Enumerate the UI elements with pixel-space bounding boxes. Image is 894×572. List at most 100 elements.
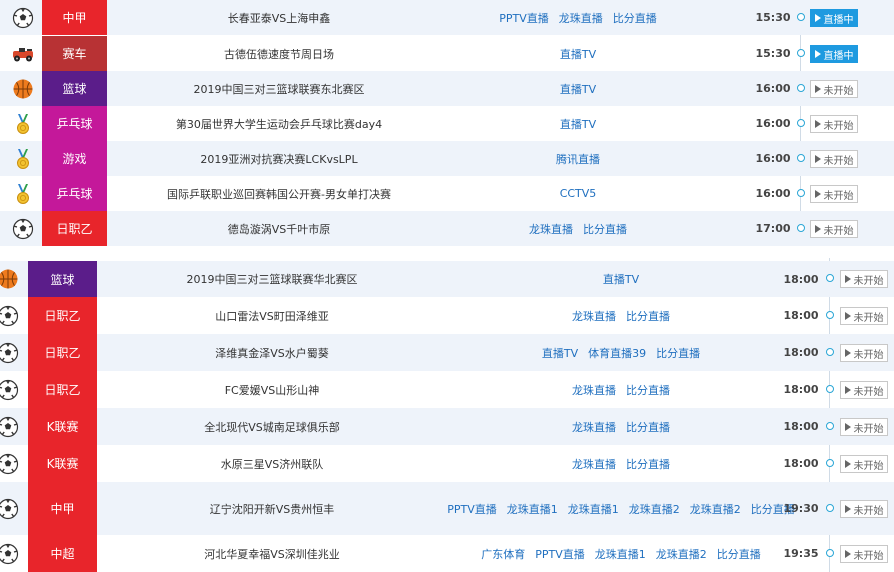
stream-link[interactable]: 龙珠直播 xyxy=(572,456,616,472)
match-row: 日职乙 山口雷法VS町田泽维亚 龙珠直播 比分直播 18:00 未开始 xyxy=(0,297,894,334)
stream-link[interactable]: 龙珠直播1 xyxy=(507,501,558,517)
not-started-button[interactable]: 未开始 xyxy=(840,307,888,325)
live-button[interactable]: 直播中 xyxy=(810,9,858,27)
stream-link[interactable]: PPTV直播 xyxy=(499,10,549,26)
status-label: 未开始 xyxy=(853,505,884,517)
stream-link[interactable]: 龙珠直播2 xyxy=(629,501,680,517)
match-title[interactable]: 第30届世界大学生运动会乒乓球比赛day4 xyxy=(107,106,451,141)
stream-link[interactable]: 体育直播39 xyxy=(588,345,646,361)
stream-link[interactable]: 腾讯直播 xyxy=(556,151,600,167)
category-tag[interactable]: 篮球 xyxy=(42,71,107,106)
match-time: 15:30 xyxy=(755,47,791,60)
timeline-dot xyxy=(797,84,805,92)
match-row: 乒乓球 第30届世界大学生运动会乒乓球比赛day4 直播TV 16:00 未开始 xyxy=(0,106,894,141)
stream-link[interactable]: 比分直播 xyxy=(656,345,700,361)
category-tag[interactable]: 日职乙 xyxy=(28,334,97,371)
match-title[interactable]: 2019亚洲对抗赛决赛LCKvsLPL xyxy=(107,141,451,176)
category-tag[interactable]: K联赛 xyxy=(28,445,97,482)
basketball-icon xyxy=(12,78,34,100)
match-title[interactable]: 河北华夏幸福VS深圳佳兆业 xyxy=(97,535,447,572)
stream-link[interactable]: 比分直播 xyxy=(613,10,657,26)
match-title[interactable]: 泽维真金泽VS水户蜀葵 xyxy=(97,334,447,371)
not-started-button[interactable]: 未开始 xyxy=(810,150,858,168)
not-started-button[interactable]: 未开始 xyxy=(810,80,858,98)
stream-link[interactable]: 直播TV xyxy=(560,116,596,132)
category-tag[interactable]: 赛车 xyxy=(42,36,107,71)
status-label: 未开始 xyxy=(853,275,884,287)
category-tag[interactable]: K联赛 xyxy=(28,408,97,445)
not-started-button[interactable]: 未开始 xyxy=(840,381,888,399)
not-started-button[interactable]: 未开始 xyxy=(840,455,888,473)
stream-link[interactable]: 比分直播 xyxy=(626,308,670,324)
category-tag[interactable]: 篮球 xyxy=(28,261,97,297)
not-started-button[interactable]: 未开始 xyxy=(810,115,858,133)
category-tag[interactable]: 中甲 xyxy=(42,0,107,35)
stream-links: 龙珠直播 比分直播 xyxy=(447,297,795,334)
stream-link[interactable]: 直播TV xyxy=(542,345,578,361)
match-time: 18:00 xyxy=(783,383,819,396)
stream-links: PPTV直播 龙珠直播1 龙珠直播1 龙珠直播2 龙珠直播2 比分直播 xyxy=(447,482,795,535)
stream-link[interactable]: 龙珠直播 xyxy=(559,10,603,26)
match-time: 16:00 xyxy=(755,82,791,95)
not-started-button[interactable]: 未开始 xyxy=(840,270,888,288)
stream-link[interactable]: PPTV直播 xyxy=(535,546,585,562)
stream-links: 直播TV 体育直播39 比分直播 xyxy=(447,334,795,371)
category-tag[interactable]: 乒乓球 xyxy=(42,106,107,141)
timeline-dot xyxy=(826,274,834,282)
stream-link[interactable]: 龙珠直播1 xyxy=(568,501,619,517)
stream-link[interactable]: 直播TV xyxy=(603,271,639,287)
category-tag[interactable]: 游戏 xyxy=(42,141,107,176)
stream-link[interactable]: CCTV5 xyxy=(560,187,597,200)
not-started-button[interactable]: 未开始 xyxy=(840,500,888,518)
match-title[interactable]: 辽宁沈阳开新VS贵州恒丰 xyxy=(97,482,447,535)
timeline-dot xyxy=(797,154,805,162)
live-button[interactable]: 直播中 xyxy=(810,45,858,63)
stream-link[interactable]: 比分直播 xyxy=(583,221,627,237)
stream-link[interactable]: 龙珠直播1 xyxy=(595,546,646,562)
play-icon xyxy=(844,386,851,394)
match-time: 16:00 xyxy=(755,117,791,130)
match-title[interactable]: 国际乒联职业巡回赛韩国公开赛-男女单打决赛 xyxy=(107,176,451,211)
stream-link[interactable]: 龙珠直播 xyxy=(529,221,573,237)
category-tag[interactable]: 日职乙 xyxy=(28,297,97,334)
status-label: 未开始 xyxy=(853,386,884,398)
match-title[interactable]: 山口雷法VS町田泽维亚 xyxy=(97,297,447,334)
category-tag[interactable]: 乒乓球 xyxy=(42,176,107,211)
stream-link[interactable]: 比分直播 xyxy=(717,546,761,562)
match-title[interactable]: 全北现代VS城南足球俱乐部 xyxy=(97,408,447,445)
stream-link[interactable]: 比分直播 xyxy=(626,419,670,435)
stream-link[interactable]: 龙珠直播 xyxy=(572,308,616,324)
not-started-button[interactable]: 未开始 xyxy=(810,185,858,203)
not-started-button[interactable]: 未开始 xyxy=(840,418,888,436)
category-tag[interactable]: 日职乙 xyxy=(28,371,97,408)
play-icon xyxy=(814,225,821,233)
category-tag[interactable]: 日职乙 xyxy=(42,211,107,246)
stream-link[interactable]: 直播TV xyxy=(560,81,596,97)
stream-link[interactable]: 比分直播 xyxy=(626,382,670,398)
stream-link[interactable]: 直播TV xyxy=(560,46,596,62)
match-title[interactable]: 水原三星VS济州联队 xyxy=(97,445,447,482)
not-started-button[interactable]: 未开始 xyxy=(810,220,858,238)
stream-links: 腾讯直播 xyxy=(451,141,705,176)
match-title[interactable]: FC爱媛VS山形山神 xyxy=(97,371,447,408)
play-icon xyxy=(844,550,851,558)
category-tag[interactable]: 中甲 xyxy=(28,482,97,535)
match-title[interactable]: 2019中国三对三篮球联赛东北赛区 xyxy=(107,71,451,106)
stream-link[interactable]: 龙珠直播 xyxy=(572,419,616,435)
match-title[interactable]: 长春亚泰VS上海申鑫 xyxy=(107,0,451,35)
stream-link[interactable]: 龙珠直播2 xyxy=(690,501,741,517)
category-tag[interactable]: 中超 xyxy=(28,535,97,572)
racing-car-icon xyxy=(12,43,34,65)
stream-link[interactable]: 比分直播 xyxy=(626,456,670,472)
status-label: 未开始 xyxy=(823,190,854,202)
not-started-button[interactable]: 未开始 xyxy=(840,545,888,563)
stream-link[interactable]: 广东体育 xyxy=(481,546,525,562)
match-title[interactable]: 古德伍德速度节周日场 xyxy=(107,36,451,71)
stream-link[interactable]: 龙珠直播2 xyxy=(656,546,707,562)
match-title[interactable]: 德岛漩涡VS千叶市原 xyxy=(107,211,451,246)
soccer-ball-icon xyxy=(12,218,34,240)
not-started-button[interactable]: 未开始 xyxy=(840,344,888,362)
match-title[interactable]: 2019中国三对三篮球联赛华北赛区 xyxy=(97,261,447,297)
stream-link[interactable]: PPTV直播 xyxy=(447,501,497,517)
stream-link[interactable]: 龙珠直播 xyxy=(572,382,616,398)
